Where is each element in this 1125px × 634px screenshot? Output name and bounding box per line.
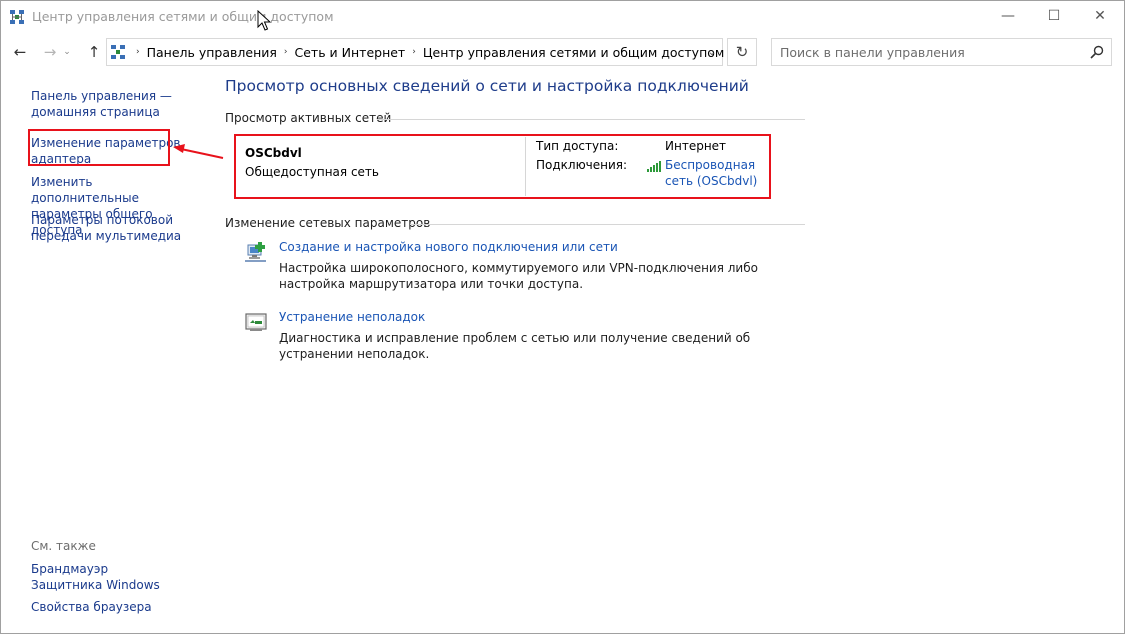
access-type-label: Тип доступа: [536, 139, 619, 153]
wireless-connection-link[interactable]: Беспроводная сеть (OSCbdvl) [665, 158, 775, 189]
address-bar[interactable]: › Панель управления › Сеть и Интернет › … [106, 38, 724, 66]
access-type-value: Интернет [665, 139, 727, 153]
up-button[interactable]: ↑ [83, 41, 105, 63]
forward-button[interactable]: → [39, 41, 61, 63]
back-button[interactable]: ← [9, 41, 31, 63]
mouse-cursor-icon [257, 10, 271, 31]
minimize-button[interactable]: — [985, 1, 1031, 31]
divider [410, 224, 805, 225]
new-connection-description: Настройка широкополосного, коммутируемог… [279, 261, 758, 291]
breadcrumb: › Панель управления › Сеть и Интернет › … [129, 39, 724, 65]
divider [525, 137, 526, 196]
breadcrumb-separator: › [136, 47, 140, 57]
refresh-button[interactable]: ↻ [727, 38, 757, 66]
network-center-icon [10, 10, 24, 24]
search-input[interactable] [772, 39, 1080, 65]
troubleshoot-icon [245, 313, 267, 331]
highlight-box [28, 129, 170, 166]
change-settings-header: Изменение сетевых параметров [225, 216, 431, 230]
new-connection-icon [245, 242, 266, 262]
window: Центр управления сетями и общим доступом… [0, 0, 1125, 634]
sidebar-link-control-panel-home[interactable]: Панель управления — домашняя страница [31, 88, 201, 120]
maximize-button[interactable]: ☐ [1031, 1, 1077, 31]
new-connection-link[interactable]: Создание и настройка нового подключения … [279, 240, 618, 254]
sidebar-link-firewall[interactable]: Брандмауэр Защитника Windows [31, 561, 181, 593]
breadcrumb-separator: › [283, 47, 288, 57]
divider [377, 119, 805, 120]
network-name: OSCbdvl [245, 146, 302, 160]
troubleshoot-description: Диагностика и исправление проблем с сеть… [279, 331, 751, 361]
see-also-label: См. также [31, 539, 96, 553]
search-icon[interactable] [1090, 45, 1104, 59]
page-title: Просмотр основных сведений о сети и наст… [225, 77, 749, 95]
breadcrumb-control-panel[interactable]: Панель управления [147, 45, 277, 60]
breadcrumb-separator: › [412, 47, 416, 57]
title-bar: Центр управления сетями и общим доступом… [1, 1, 1124, 33]
active-networks-header: Просмотр активных сетей [225, 111, 392, 125]
breadcrumb-network-internet[interactable]: Сеть и Интернет [295, 45, 406, 60]
window-title: Центр управления сетями и общим доступом [32, 9, 334, 24]
navigation-bar: ← → ⌄ ↑ › Панель управления › Сеть и Инт… [1, 35, 1124, 69]
sidebar-link-media-streaming[interactable]: Параметры потоковой передачи мультимедиа [31, 212, 201, 244]
troubleshoot-link[interactable]: Устранение неполадок [279, 310, 425, 324]
wifi-signal-icon [647, 161, 661, 172]
close-button[interactable]: ✕ [1077, 1, 1123, 31]
pointer-arrow-icon [173, 144, 224, 159]
network-type: Общедоступная сеть [245, 165, 379, 179]
address-dropdown-icon[interactable]: ⌄ [702, 39, 722, 65]
control-panel-icon [111, 45, 125, 59]
recent-locations-button[interactable]: ⌄ [61, 41, 73, 63]
sidebar-link-internet-options[interactable]: Свойства браузера [31, 599, 201, 615]
breadcrumb-network-center[interactable]: Центр управления сетями и общим доступом [423, 45, 725, 60]
search-box[interactable] [771, 38, 1112, 66]
connections-label: Подключения: [536, 158, 628, 172]
